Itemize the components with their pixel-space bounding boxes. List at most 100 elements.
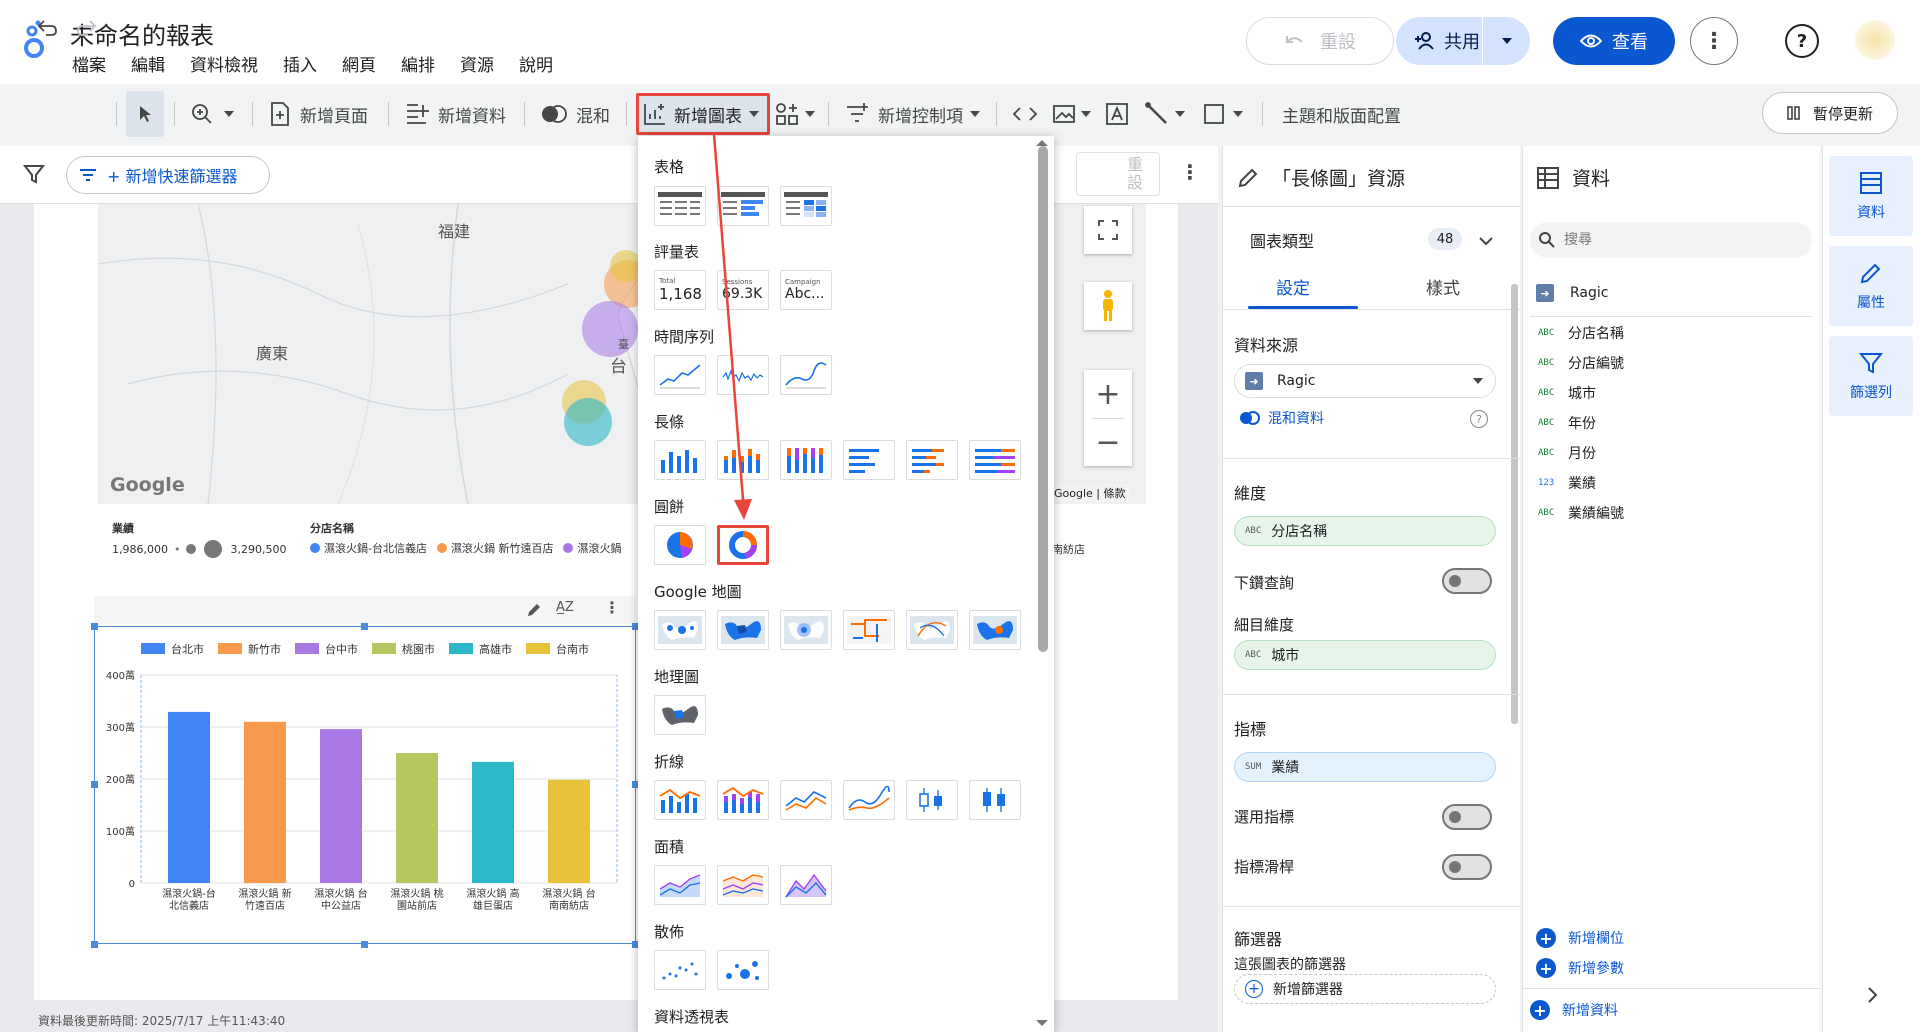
properties-scrollbar[interactable]: [1511, 284, 1518, 724]
filter-icon[interactable]: [22, 162, 46, 186]
chart-option-stacked-bar[interactable]: [906, 440, 958, 480]
view-button[interactable]: 查看: [1553, 17, 1675, 65]
add-parameter-button[interactable]: + 新增參數: [1536, 958, 1624, 978]
dropdown-scrollbar[interactable]: [1038, 146, 1048, 652]
map-bubble[interactable]: [582, 301, 638, 357]
field-item[interactable]: ABC 業績編號: [1538, 503, 1624, 523]
resize-handle[interactable]: [91, 623, 98, 630]
chart-option-bar[interactable]: [843, 440, 895, 480]
undo-button[interactable]: [34, 0, 60, 52]
tab-setup[interactable]: 設定: [1276, 274, 1310, 299]
menu-file[interactable]: 檔案: [72, 51, 106, 76]
chart-option-table-heatmap[interactable]: [780, 186, 832, 226]
chart-option-table-bars[interactable]: [717, 186, 769, 226]
data-source-select[interactable]: ➜ Ragic: [1234, 364, 1496, 398]
chart-option-100-area[interactable]: [780, 865, 832, 905]
chart-option-scorecard[interactable]: Total 1,168: [654, 270, 706, 310]
chart-option-pie[interactable]: [654, 525, 706, 565]
sort-az-icon[interactable]: A̲Z: [556, 600, 574, 615]
menu-insert[interactable]: 插入: [283, 51, 317, 76]
chevron-right-icon[interactable]: [1866, 986, 1880, 1004]
help-circle-icon[interactable]: ?: [1470, 410, 1488, 428]
blend-button[interactable]: 混和: [540, 88, 610, 140]
chart-option-100-column[interactable]: [780, 440, 832, 480]
menu-edit[interactable]: 編輯: [131, 51, 165, 76]
chart-option-connection-map[interactable]: [906, 610, 958, 650]
chart-option-line[interactable]: [780, 780, 832, 820]
resize-handle[interactable]: [91, 781, 98, 788]
chart-option-area[interactable]: [654, 865, 706, 905]
chart-option-filled-map[interactable]: [717, 610, 769, 650]
chart-option-bubble-map[interactable]: [654, 610, 706, 650]
metric-slider-toggle[interactable]: [1442, 854, 1492, 880]
embed-code-button[interactable]: [1012, 88, 1038, 140]
chart-option-scorecard-compact[interactable]: Sessions 69.3K: [717, 270, 769, 310]
menu-page[interactable]: 網頁: [342, 51, 376, 76]
field-item[interactable]: 123 業績: [1538, 473, 1596, 493]
scroll-down-arrow-icon[interactable]: [1034, 1018, 1050, 1028]
chart-option-column[interactable]: [654, 440, 706, 480]
data-source-row[interactable]: ➜ Ragic: [1536, 284, 1608, 302]
more-options-button[interactable]: ⋮: [1690, 17, 1738, 65]
chart-option-candlestick[interactable]: [906, 780, 958, 820]
drill-down-toggle[interactable]: [1442, 568, 1492, 594]
chart-option-table[interactable]: [654, 186, 706, 226]
reset-button[interactable]: 重設: [1246, 17, 1394, 65]
chart-menu-icon[interactable]: ⋮: [604, 598, 620, 617]
chart-reset-button[interactable]: 重設: [1076, 152, 1160, 196]
chart-option-combo-map[interactable]: [969, 610, 1021, 650]
chart-option-geo-chart[interactable]: [654, 695, 706, 735]
image-button[interactable]: [1052, 88, 1092, 140]
chart-option-sparkline[interactable]: [717, 355, 769, 395]
chart-option-smoothed-time-series[interactable]: [780, 355, 832, 395]
chart-option-100-bar[interactable]: [969, 440, 1021, 480]
add-control-button[interactable]: 新增控制項: [844, 88, 981, 140]
scroll-up-arrow-icon[interactable]: [1034, 138, 1050, 148]
avatar[interactable]: [1855, 20, 1895, 60]
chart-option-stacked-combo[interactable]: [717, 780, 769, 820]
resize-handle[interactable]: [91, 941, 98, 948]
metric-chip[interactable]: SUM 業績: [1234, 752, 1496, 782]
field-item[interactable]: ABC 月份: [1538, 443, 1596, 463]
bar-chart[interactable]: 台北市 新竹市 台中市 桃園市 高雄市 台南市 0 100萬 200萬 300萬 400萬 濕滾火鍋-…: [94, 626, 636, 944]
rail-properties-button[interactable]: 屬性: [1829, 246, 1913, 326]
fullscreen-button[interactable]: [1084, 206, 1132, 254]
dimension-chip[interactable]: ABC 分店名稱: [1234, 516, 1496, 546]
edit-pencil-icon[interactable]: [526, 602, 542, 618]
chart-more-icon[interactable]: ⋮: [1180, 160, 1200, 184]
resize-handle[interactable]: [361, 623, 368, 630]
tab-style[interactable]: 樣式: [1426, 274, 1460, 299]
chart-option-scatter[interactable]: [654, 950, 706, 990]
chart-option-stacked-area[interactable]: [717, 865, 769, 905]
map-bubble[interactable]: [564, 398, 612, 446]
add-chart-button[interactable]: 新增圖表: [642, 88, 760, 140]
add-component-button[interactable]: [774, 88, 816, 140]
menu-arrange[interactable]: 編排: [401, 51, 435, 76]
street-view-button[interactable]: [1084, 282, 1132, 330]
breakdown-chip[interactable]: ABC 城市: [1234, 640, 1496, 670]
add-page-button[interactable]: 新增頁面: [268, 88, 368, 140]
help-icon[interactable]: ?: [1785, 24, 1819, 58]
field-item[interactable]: ABC 年份: [1538, 413, 1596, 433]
zoom-out-button[interactable]: −: [1084, 418, 1132, 466]
add-field-button[interactable]: + 新增欄位: [1536, 928, 1624, 948]
text-box-button[interactable]: [1104, 88, 1130, 140]
shape-button[interactable]: [1202, 88, 1244, 140]
select-tool-button[interactable]: [126, 91, 164, 137]
chart-option-line-map[interactable]: [843, 610, 895, 650]
pause-update-button[interactable]: 暫停更新: [1762, 92, 1898, 134]
chart-option-box-plot[interactable]: [969, 780, 1021, 820]
chart-option-stacked-column[interactable]: [717, 440, 769, 480]
field-search-input[interactable]: [1530, 222, 1812, 258]
chart-option-combo[interactable]: [654, 780, 706, 820]
add-filter-button[interactable]: + 新增篩選器: [1234, 974, 1496, 1004]
chart-option-time-series[interactable]: [654, 355, 706, 395]
add-quick-filter-button[interactable]: + 新增快速篩選器: [66, 156, 270, 194]
field-item[interactable]: ABC 分店編號: [1538, 353, 1624, 373]
add-data-button[interactable]: 新增資料: [404, 88, 506, 140]
menu-help[interactable]: 說明: [519, 51, 553, 76]
blend-data-link[interactable]: 混和資料: [1238, 408, 1324, 428]
chart-option-donut[interactable]: [717, 525, 769, 565]
share-dropdown-button[interactable]: [1482, 17, 1530, 65]
menu-resource[interactable]: 資源: [460, 51, 494, 76]
